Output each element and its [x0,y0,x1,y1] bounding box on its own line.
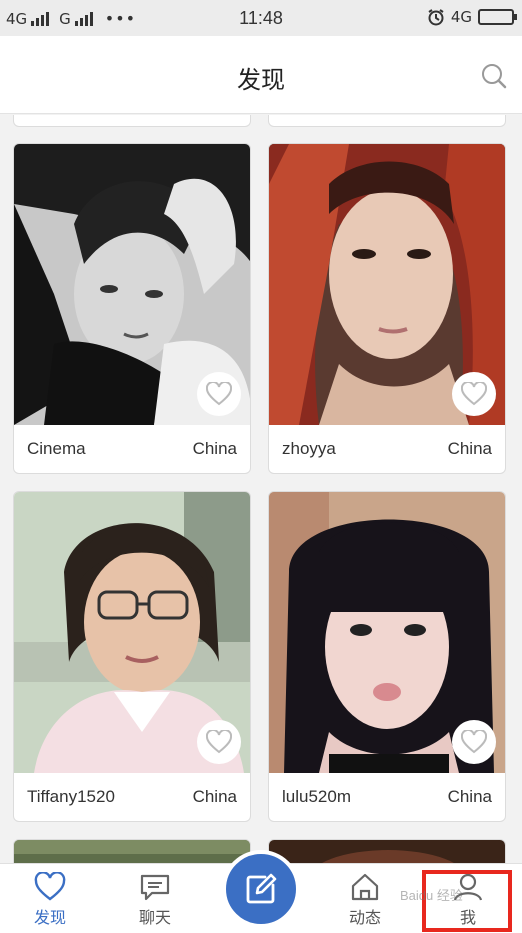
profile-location: China [447,439,492,458]
profile-location: China [192,439,237,458]
like-button[interactable] [452,372,496,416]
profile-card[interactable]: Cinema China [13,143,251,474]
status-right-group: 4G [427,8,517,26]
tab-label: 聊天 [138,908,171,927]
profile-name: Tiffany1520 [27,787,115,806]
tab-label: 发现 [33,908,66,927]
profile-name: lulu520m [282,787,351,806]
tab-moments[interactable]: 动态 [325,872,405,928]
app-header: 发现 [0,36,522,114]
card-footer: Cinema China [14,425,250,473]
heart-outline-icon [206,730,232,754]
heart-outline-icon [461,382,487,406]
profile-name: zhoyya [282,439,336,458]
profile-photo[interactable] [14,492,250,773]
search-icon[interactable] [480,62,508,90]
page-title: 发现 [237,66,285,94]
profile-photo[interactable] [269,492,505,773]
discover-feed[interactable]: Cinema China zhoyya China Tiffany1520 Ch… [0,115,522,863]
heart-icon [34,872,66,901]
home-icon [351,873,379,901]
like-button[interactable] [452,720,496,764]
tab-discover[interactable]: 发现 [10,872,90,928]
heart-outline-icon [206,382,232,406]
profile-photo[interactable] [269,144,505,425]
heart-outline-icon [461,730,487,754]
profile-location: China [447,787,492,806]
alarm-icon [428,9,444,26]
like-button[interactable] [197,720,241,764]
tab-label: 动态 [348,908,381,927]
profile-card[interactable]: Tiffany1520 China [13,491,251,822]
chat-icon [140,874,170,901]
watermark: Baidu 经验 [400,888,463,903]
card-footer: zhoyya China [269,425,505,473]
card-partial-top [13,115,251,127]
card-partial-top [268,115,506,127]
photo-partial [269,840,505,863]
network-label-3: 4G [450,8,472,26]
profile-location: China [192,787,237,806]
profile-card[interactable]: zhoyya China [268,143,506,474]
compose-button[interactable] [222,850,300,928]
battery-icon [478,9,517,25]
card-footer: Tiffany1520 China [14,773,250,821]
profile-card[interactable]: lulu520m China [268,491,506,822]
profile-card[interactable] [268,839,506,863]
like-button[interactable] [197,372,241,416]
profile-card[interactable] [13,839,251,863]
photo-partial [14,840,250,863]
tab-chat[interactable]: 聊天 [115,872,195,928]
profile-name: Cinema [27,439,86,458]
compose-icon [246,873,277,904]
card-footer: lulu520m China [269,773,505,821]
profile-photo[interactable] [14,144,250,425]
status-bar: 4G G ••• 11:48 4G [0,0,522,36]
